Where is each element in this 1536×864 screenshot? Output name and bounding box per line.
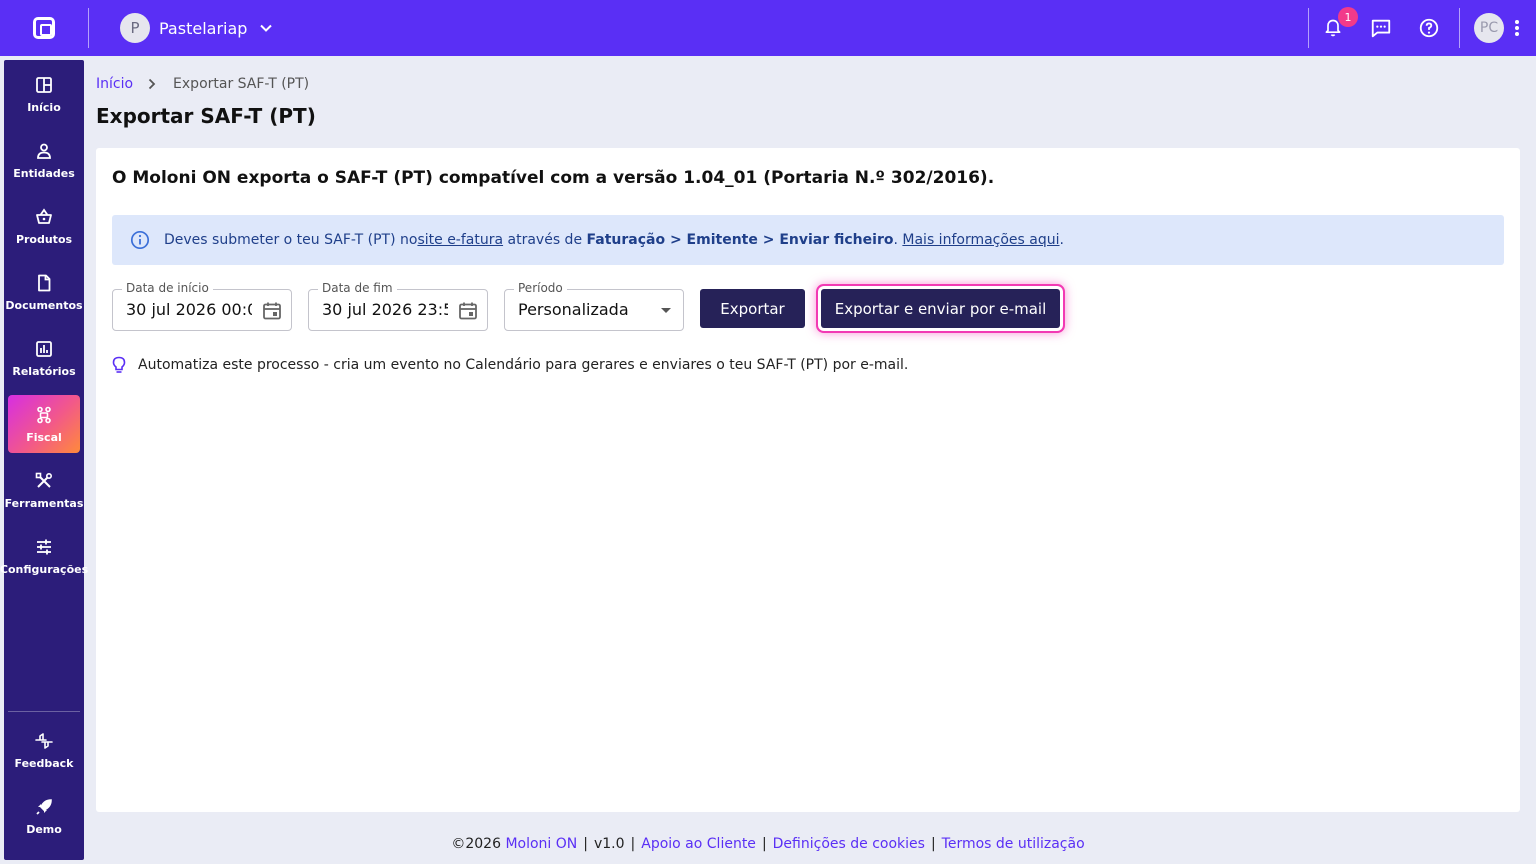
sidebar-item-label: Demo (26, 822, 62, 836)
period-select[interactable]: Período Personalizada (504, 281, 684, 331)
sidebar-item-fiscal[interactable]: Fiscal (8, 395, 80, 453)
dashboard-icon (36, 76, 52, 93)
info-text: . (893, 232, 903, 248)
period-value: Personalizada (518, 300, 629, 319)
footer-separator: | (930, 836, 936, 852)
sidebar-item-documentos[interactable]: Documentos (5, 263, 83, 321)
more-vertical-icon (1515, 20, 1519, 36)
sidebar-item-relatorios[interactable]: Relatórios (8, 329, 80, 387)
user-avatar[interactable]: PC (1474, 13, 1504, 43)
version-text: v1.0 (593, 836, 625, 852)
info-alert: Deves submeter o teu SAF-T (PT) no site … (112, 215, 1504, 265)
footer: ©2026 Moloni ON | v1.0 | Apoio ao Cliente | De… (0, 836, 1536, 852)
brand-link[interactable]: Moloni ON (505, 836, 577, 852)
info-icon (130, 230, 150, 250)
messages-button[interactable] (1357, 0, 1405, 56)
terms-link[interactable]: Termos de utilização (942, 836, 1085, 852)
feedback-icon (35, 732, 53, 749)
automation-tip: Automatiza este processo - cria um event… (112, 356, 908, 374)
sliders-icon (37, 539, 51, 554)
chart-icon (36, 340, 52, 357)
info-text: através de (503, 232, 587, 248)
sidebar-divider (8, 711, 80, 712)
copyright-text: ©2026 (451, 836, 506, 852)
company-avatar: P (120, 13, 150, 43)
end-date-label: Data de fim (318, 281, 397, 295)
notification-badge: 1 (1338, 7, 1358, 27)
sidebar-item-label: Início (27, 100, 61, 114)
help-button[interactable] (1405, 0, 1453, 56)
sidebar-item-label: Feedback (14, 756, 74, 770)
export-card: O Moloni ON exporta o SAF-T (PT) compatí… (96, 148, 1520, 812)
breadcrumb-home-link[interactable]: Início (96, 76, 133, 92)
efatura-link[interactable]: site e-fatura (417, 232, 503, 248)
top-bar: P Pastelariap 1 PC (0, 0, 1536, 56)
sidebar: Início Entidades Produtos Documentos Rel… (0, 60, 88, 860)
topbar-divider (88, 8, 89, 48)
calendar-icon[interactable] (261, 300, 283, 322)
tip-text: Automatiza este processo - cria um event… (138, 357, 909, 373)
sidebar-item-label: Fiscal (26, 430, 62, 444)
basket-icon (36, 207, 52, 224)
page-title: Exportar SAF-T (PT) (96, 104, 316, 128)
more-info-link[interactable]: Mais informações aqui (902, 232, 1059, 248)
notifications-button[interactable]: 1 (1309, 0, 1358, 56)
topbar-divider (1459, 8, 1460, 48)
person-icon (37, 143, 51, 159)
sidebar-item-label: Documentos (5, 298, 83, 312)
sidebar-item-ferramentas[interactable]: Ferramentas (5, 461, 83, 519)
support-link[interactable]: Apoio ao Cliente (641, 836, 756, 852)
info-text: Deves submeter o teu SAF-T (PT) no (164, 232, 418, 248)
card-heading: O Moloni ON exporta o SAF-T (PT) compatí… (112, 168, 995, 188)
info-text: . (1059, 232, 1064, 248)
sidebar-item-inicio[interactable]: Início (8, 65, 80, 123)
sidebar-item-feedback[interactable]: Feedback (8, 721, 80, 779)
company-selector[interactable]: P Pastelariap (120, 13, 273, 43)
help-icon (1419, 18, 1439, 38)
app-logo[interactable] (0, 0, 88, 56)
footer-separator: | (583, 836, 588, 852)
start-date-input[interactable] (126, 300, 252, 319)
sidebar-item-produtos[interactable]: Produtos (8, 197, 80, 255)
tools-icon (35, 472, 53, 488)
sidebar-item-label: Produtos (15, 232, 73, 246)
rocket-icon (36, 798, 52, 815)
breadcrumb-current: Exportar SAF-T (PT) (173, 76, 310, 92)
company-name: Pastelariap (159, 18, 248, 38)
cookies-link[interactable]: Definições de cookies (773, 836, 925, 852)
export-email-button[interactable]: Exportar e enviar por e-mail (821, 289, 1060, 328)
dropdown-arrow-icon (661, 308, 671, 313)
end-date-field[interactable]: Data de fim (308, 281, 488, 331)
calendar-icon[interactable] (457, 300, 479, 322)
start-date-field[interactable]: Data de início (112, 281, 292, 331)
breadcrumb: Início Exportar SAF-T (PT) (96, 76, 309, 92)
start-date-label: Data de início (122, 281, 213, 295)
sidebar-item-label: Relatórios (12, 364, 76, 378)
sidebar-item-configuracoes[interactable]: Configurações (0, 527, 88, 585)
sidebar-item-entidades[interactable]: Entidades (8, 131, 80, 189)
fiscal-icon (37, 406, 51, 423)
more-menu-button[interactable] (1504, 0, 1530, 56)
logo-icon (33, 17, 55, 39)
menu-path: Faturação > Emitente > Enviar ficheiro (586, 232, 894, 248)
sidebar-item-label: Entidades (13, 166, 75, 180)
sidebar-item-label: Configurações (0, 562, 89, 576)
end-date-input[interactable] (322, 300, 448, 319)
period-label: Período (514, 281, 567, 295)
footer-separator: | (630, 836, 636, 852)
chat-icon (1371, 19, 1391, 38)
footer-separator: | (761, 836, 767, 852)
document-icon (38, 274, 51, 291)
chevron-down-icon (260, 24, 273, 32)
sidebar-item-label: Ferramentas (4, 496, 84, 510)
export-button[interactable]: Exportar (700, 289, 805, 328)
chevron-right-icon (148, 78, 156, 90)
lightbulb-icon (112, 356, 126, 373)
